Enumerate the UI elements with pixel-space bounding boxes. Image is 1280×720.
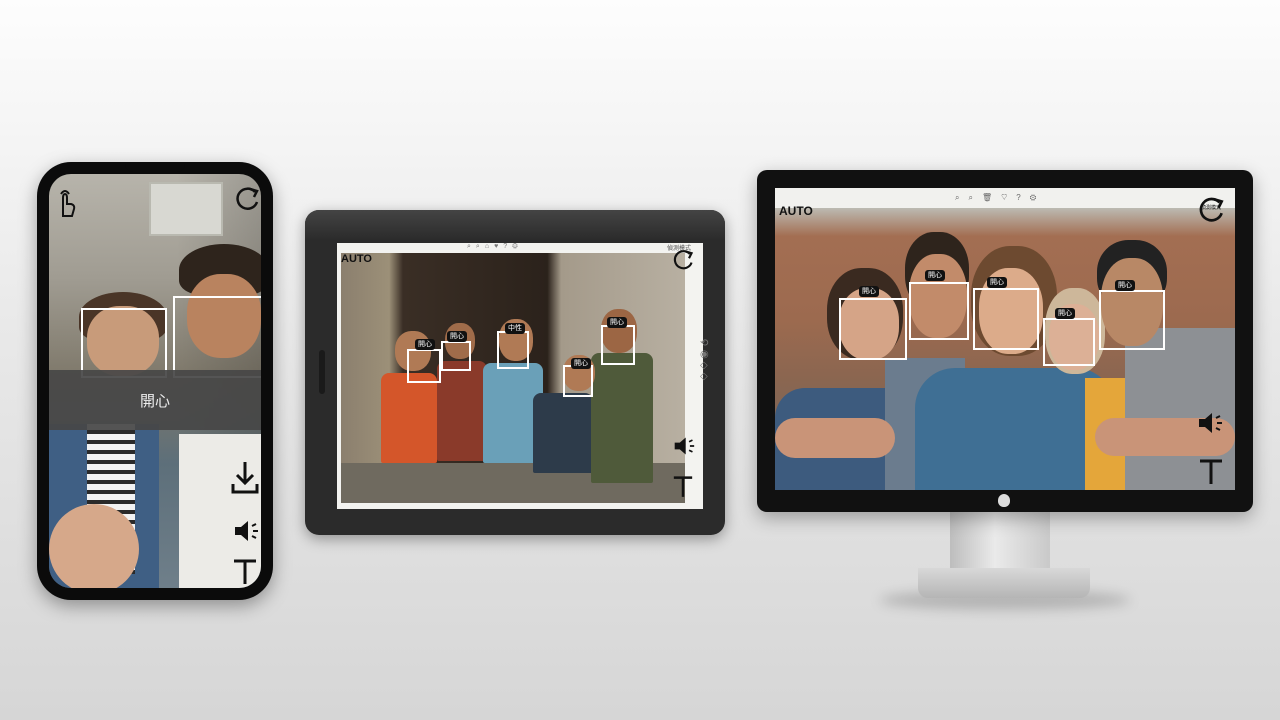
face-detection-box[interactable] <box>909 282 969 340</box>
download-icon[interactable] <box>231 460 259 498</box>
face-detection-box[interactable] <box>1099 290 1165 350</box>
child-body <box>591 353 653 483</box>
face-detection-box[interactable] <box>173 296 261 378</box>
monitor-device: ⌕⌕🗑♡?⚙ 開心 開心 開心 開心 開心 AUTO 偵測模式 <box>757 170 1253 512</box>
monitor-chin <box>757 490 1253 512</box>
face-detection-box[interactable] <box>441 341 471 371</box>
face-detection-box[interactable] <box>563 365 593 397</box>
refresh-icon[interactable]: 偵測模式 <box>1195 194 1227 230</box>
tablet-screen: ⌕⌕⌂♥?⚙ 偵測模式 開心 開心 中性 開心 開心 AUTO <box>337 243 703 509</box>
speaker-icon[interactable] <box>233 518 259 548</box>
child-body <box>437 361 487 461</box>
face-detection-box[interactable] <box>839 298 907 360</box>
tablet-bezel <box>305 210 725 240</box>
refresh-mode-label: 偵測模式 <box>1201 205 1222 211</box>
face-detection-box[interactable] <box>973 288 1039 350</box>
emotion-banner: 開心 <box>49 370 261 430</box>
face-emotion-tag: 開心 <box>1115 280 1135 291</box>
child-body <box>381 373 437 463</box>
monitor-stand-base <box>918 568 1090 598</box>
face-detection-box[interactable] <box>407 349 441 383</box>
auto-mode-label[interactable]: AUTO <box>341 253 372 265</box>
background-window <box>149 182 223 236</box>
person-hand <box>49 504 139 588</box>
touch-icon[interactable] <box>55 188 77 222</box>
refresh-icon[interactable] <box>671 247 695 277</box>
tablet-device: ⌕⌕⌂♥?⚙ 偵測模式 開心 開心 中性 開心 開心 AUTO ⟲ ◉ ◇ ◇ <box>305 210 725 535</box>
tablet-side-buttons: ⟲ ◉ ◇ ◇ <box>700 338 709 382</box>
face-detection-box[interactable] <box>1043 318 1095 366</box>
face-emotion-tag: 開心 <box>415 339 435 350</box>
child-body <box>533 393 593 473</box>
apple-logo-icon <box>998 494 1010 507</box>
text-icon[interactable] <box>1199 456 1223 490</box>
monitor-screen: ⌕⌕🗑♡?⚙ 開心 開心 開心 開心 開心 AUTO 偵測模式 <box>775 188 1235 490</box>
face-detection-box[interactable] <box>601 325 635 365</box>
face-emotion-tag: 開心 <box>607 317 627 328</box>
auto-mode-label[interactable]: AUTO <box>779 204 813 218</box>
face-emotion-tag: 開心 <box>1055 308 1075 319</box>
emotion-label: 開心 <box>139 392 170 410</box>
phone-notch <box>125 162 185 172</box>
text-icon[interactable] <box>233 558 257 588</box>
tablet-home-slot <box>319 350 325 394</box>
refresh-icon[interactable] <box>233 184 261 218</box>
speaker-icon[interactable] <box>1197 410 1223 440</box>
face-emotion-tag: 中性 <box>505 323 525 334</box>
tablet-toolbar: ⌕⌕⌂♥?⚙ <box>467 243 523 250</box>
monitor-stand-neck <box>950 512 1050 572</box>
text-icon[interactable] <box>673 473 693 503</box>
face-emotion-tag: 開心 <box>987 277 1007 288</box>
phone-screen: 開心 <box>49 174 261 588</box>
person-arm <box>775 418 895 458</box>
speaker-icon[interactable] <box>673 435 695 461</box>
face-emotion-tag: 開心 <box>859 286 879 297</box>
face-emotion-tag: 開心 <box>925 270 945 281</box>
face-detection-box[interactable] <box>497 331 529 369</box>
face-emotion-tag: 開心 <box>447 331 467 342</box>
face-emotion-tag: 開心 <box>571 358 591 369</box>
phone-device: 開心 <box>37 162 273 600</box>
face-detection-box[interactable] <box>81 308 167 378</box>
monitor-toolbar: ⌕⌕🗑♡?⚙ <box>955 193 1046 202</box>
